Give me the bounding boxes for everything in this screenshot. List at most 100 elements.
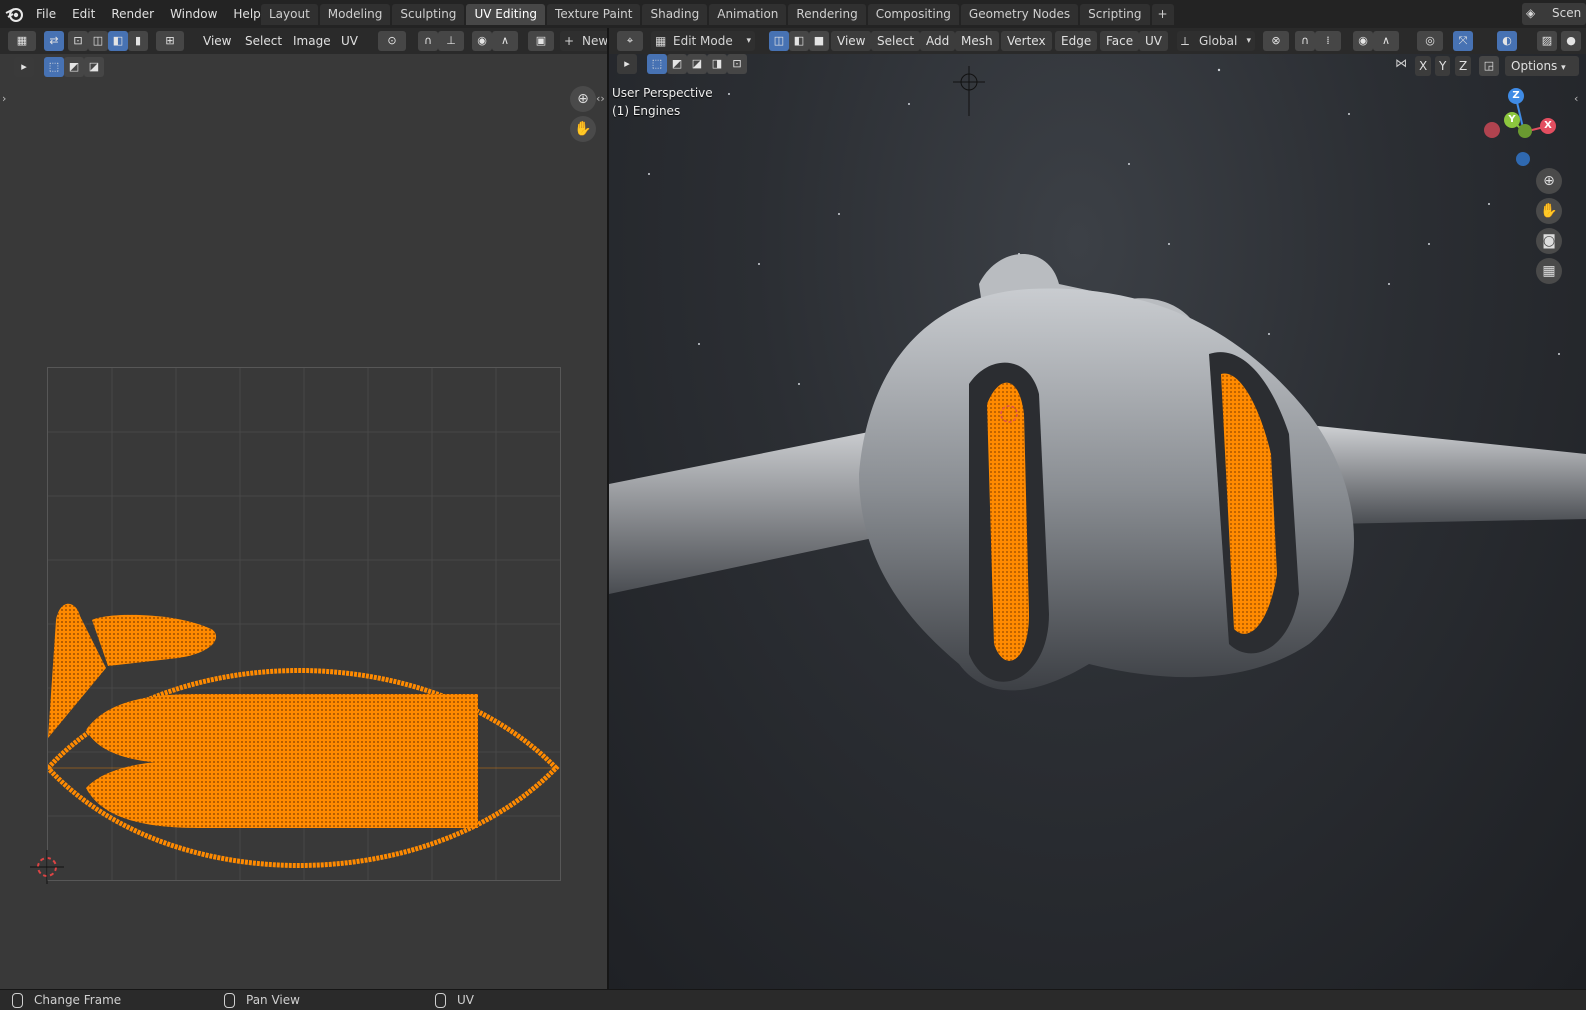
- tab-scripting[interactable]: Scripting: [1080, 4, 1150, 25]
- sync-selection-icon[interactable]: ⇄: [44, 31, 64, 51]
- chevron-down-icon: ▾: [746, 36, 751, 46]
- tab-animation[interactable]: Animation: [709, 4, 787, 25]
- uv-menu-image[interactable]: Image: [293, 29, 331, 53]
- tab-shading[interactable]: Shading: [642, 4, 708, 25]
- new-image-label: New: [582, 34, 609, 48]
- axis-z-toggle[interactable]: Z: [1455, 56, 1472, 76]
- snap-icon[interactable]: ∩: [418, 31, 438, 51]
- uv-menu-view[interactable]: View: [203, 29, 231, 53]
- edge-mode-icon[interactable]: ◧: [789, 31, 809, 51]
- vertex-select-icon[interactable]: ⊡: [68, 31, 88, 51]
- pan-hand-icon[interactable]: ✋: [570, 116, 596, 142]
- vp-select-subtract-icon[interactable]: ◪: [687, 54, 707, 74]
- zoom-icon[interactable]: ⊕: [570, 86, 596, 112]
- vp-sidebar-expand-icon[interactable]: ‹: [1574, 92, 1578, 105]
- uv-menu-uv[interactable]: UV: [341, 29, 358, 53]
- face-select-icon[interactable]: ◧: [108, 31, 128, 51]
- snap-magnet-icon[interactable]: ∩: [1295, 31, 1315, 51]
- vp-zoom-icon[interactable]: ⊕: [1536, 168, 1562, 194]
- vp-menu-edge[interactable]: Edge: [1055, 31, 1098, 51]
- tab-layout[interactable]: Layout: [261, 4, 318, 25]
- vp-menu-select[interactable]: Select: [871, 31, 921, 51]
- vp-select-box-icon[interactable]: ⬚: [647, 54, 667, 74]
- pivot-point-icon[interactable]: ⊗: [1263, 31, 1289, 51]
- sidebar-expand-icon[interactable]: ‹›: [596, 92, 605, 105]
- mirror-icon[interactable]: ⋈: [1395, 56, 1411, 74]
- pivot-icon[interactable]: ⊙: [378, 31, 406, 51]
- tab-compositing[interactable]: Compositing: [867, 4, 959, 25]
- island-select-icon[interactable]: ▮: [128, 31, 148, 51]
- gizmo-neg-x-axis[interactable]: [1484, 122, 1500, 138]
- toolbar-expand-icon[interactable]: ›: [2, 92, 6, 105]
- vp-menu-view[interactable]: View: [831, 31, 872, 51]
- face-mode-icon[interactable]: ■: [809, 31, 829, 51]
- menu-window[interactable]: Window: [162, 0, 225, 28]
- snap-target-icon[interactable]: ⊥: [438, 31, 464, 51]
- gizmo-toggle-icon[interactable]: ⤧: [1453, 31, 1473, 51]
- snap-increment-icon[interactable]: ⁞: [1315, 31, 1341, 51]
- vp-select-intersect-icon[interactable]: ⊡: [727, 54, 747, 74]
- vertex-mode-icon[interactable]: ◫: [769, 31, 789, 51]
- menu-edit[interactable]: Edit: [64, 0, 103, 28]
- sticky-select-icon[interactable]: ⊞: [156, 31, 184, 51]
- scene-label: Scen: [1552, 6, 1582, 20]
- gizmo-neg-y-axis[interactable]: [1518, 124, 1532, 138]
- menu-file[interactable]: File: [28, 0, 64, 28]
- proportional-edit-icon[interactable]: ◉: [472, 31, 492, 51]
- select-subtract-icon[interactable]: ◪: [84, 57, 104, 77]
- falloff-curve-icon[interactable]: ∧: [1373, 31, 1399, 51]
- tool-cursor-icon[interactable]: ▸: [14, 57, 34, 77]
- gizmo-x-axis[interactable]: X: [1540, 118, 1556, 134]
- orientation-selector[interactable]: ⟂ Global ▾: [1177, 31, 1255, 51]
- 2d-cursor-icon[interactable]: [30, 850, 64, 884]
- xray-toggle-icon[interactable]: ▨: [1537, 31, 1557, 51]
- vp-pan-hand-icon[interactable]: ✋: [1536, 198, 1562, 224]
- camera-view-icon[interactable]: ◙: [1536, 228, 1562, 254]
- vp-menu-add[interactable]: Add: [920, 31, 956, 51]
- 3d-viewport[interactable]: User Perspective (1) Engines ▸ ⬚ ◩ ◪ ◨ ⊡…: [609, 54, 1586, 989]
- select-extend-icon[interactable]: ◩: [64, 57, 84, 77]
- proportional-edit-icon[interactable]: ◉: [1353, 31, 1373, 51]
- overlay-toggle-icon[interactable]: ◐: [1497, 31, 1517, 51]
- scene-selector[interactable]: ◈ Scen: [1522, 3, 1586, 25]
- falloff-icon[interactable]: ∧: [492, 31, 518, 51]
- vp-select-invert-icon[interactable]: ◨: [707, 54, 727, 74]
- visibility-eye-icon[interactable]: ◎: [1417, 31, 1443, 51]
- axis-x-toggle[interactable]: X: [1415, 56, 1432, 76]
- add-workspace-button[interactable]: +: [1151, 4, 1174, 25]
- gizmo-z-axis[interactable]: Z: [1508, 88, 1524, 104]
- shading-solid-icon[interactable]: ●: [1561, 31, 1581, 51]
- auto-merge-icon[interactable]: ◲: [1479, 56, 1499, 76]
- tab-sculpting[interactable]: Sculpting: [392, 4, 465, 25]
- vp-menu-uv[interactable]: UV: [1139, 31, 1168, 51]
- image-browse-icon[interactable]: ▣: [528, 31, 554, 51]
- select-box-icon[interactable]: ⬚: [44, 57, 64, 77]
- tab-texture-paint[interactable]: Texture Paint: [547, 4, 641, 25]
- vp-select-extend-icon[interactable]: ◩: [667, 54, 687, 74]
- options-dropdown[interactable]: Options ▾: [1505, 56, 1579, 76]
- vp-menu-face[interactable]: Face: [1100, 31, 1140, 51]
- vp-menu-mesh[interactable]: Mesh: [955, 31, 999, 51]
- gizmo-neg-z-axis[interactable]: [1516, 152, 1530, 166]
- tab-uv-editing[interactable]: UV Editing: [466, 4, 546, 25]
- menu-render[interactable]: Render: [103, 0, 162, 28]
- tab-geometry-nodes[interactable]: Geometry Nodes: [960, 4, 1079, 25]
- blender-logo-icon[interactable]: [4, 4, 26, 24]
- axis-y-toggle[interactable]: Y: [1435, 56, 1451, 76]
- tab-modeling[interactable]: Modeling: [319, 4, 391, 25]
- uv-grid[interactable]: [47, 367, 561, 881]
- gizmo-y-axis[interactable]: Y: [1504, 112, 1520, 128]
- vp-menu-vertex[interactable]: Vertex: [1001, 31, 1052, 51]
- uv-menu-select[interactable]: Select: [245, 29, 282, 53]
- status-bar: Change Frame Pan View UV: [0, 989, 1586, 1010]
- tab-rendering[interactable]: Rendering: [788, 4, 866, 25]
- mode-selector[interactable]: ▦ Edit Mode ▾: [651, 31, 755, 51]
- new-image-button[interactable]: + New: [560, 31, 610, 51]
- editor-type-icon[interactable]: ▦: [8, 31, 36, 51]
- navigation-gizmo[interactable]: Z Y X: [1484, 86, 1574, 166]
- edge-select-icon[interactable]: ◫: [88, 31, 108, 51]
- uv-editor-canvas[interactable]: ▸ ⬚ ◩ ◪ › ⊕ ✋ ‹›: [0, 54, 607, 989]
- ortho-grid-icon[interactable]: ▦: [1536, 258, 1562, 284]
- viewport-editor-type-icon[interactable]: ⌖: [617, 31, 643, 51]
- tool-select-icon[interactable]: ▸: [617, 54, 637, 74]
